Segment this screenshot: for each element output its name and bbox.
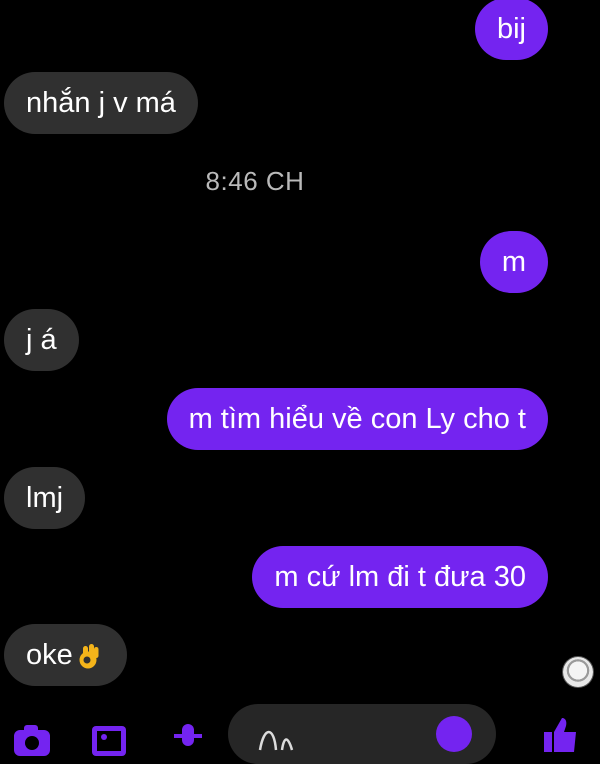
message-bubble-incoming[interactable]: oke [4, 624, 127, 686]
message-bubble-incoming[interactable]: j á [4, 309, 79, 371]
message-text: bij [496, 13, 526, 45]
message-text: m tìm hiểu về con Ly cho t [188, 403, 526, 435]
message-bubble-outgoing[interactable]: m [479, 231, 548, 293]
microphone-icon[interactable] [168, 718, 208, 758]
message-bubble-incoming[interactable]: nhắn j v má [4, 72, 198, 134]
message-bubble-outgoing[interactable]: m tìm hiểu về con Ly cho t [166, 388, 548, 450]
message-text: m cứ lm đi t đưa 30 [274, 561, 526, 593]
message-text: j á [26, 324, 57, 356]
seen-avatar [563, 657, 593, 687]
camera-icon[interactable] [12, 718, 52, 758]
ok-hand-emoji-icon [79, 644, 99, 669]
message-thread[interactable]: bij nhắn j v má 8:46 CH m j á m tìm hiểu… [0, 0, 600, 692]
image-icon[interactable] [90, 718, 130, 758]
thumbs-up-icon[interactable] [540, 714, 580, 754]
message-text: lmj [26, 482, 64, 514]
message-text: nhắn j v má [26, 87, 176, 119]
message-bubble-outgoing[interactable]: m cứ lm đi t đưa 30 [252, 546, 548, 608]
composer-bar [0, 692, 600, 764]
message-timestamp: 8:46 CH [205, 166, 305, 196]
handwave-scribble-icon [258, 730, 294, 751]
message-bubble-incoming[interactable]: lmj [4, 467, 86, 529]
sticker-icon[interactable] [434, 714, 474, 754]
message-bubble-outgoing[interactable]: bij [474, 0, 548, 60]
message-text: oke [26, 639, 73, 671]
message-text: m [501, 246, 526, 278]
message-input[interactable] [228, 704, 496, 764]
